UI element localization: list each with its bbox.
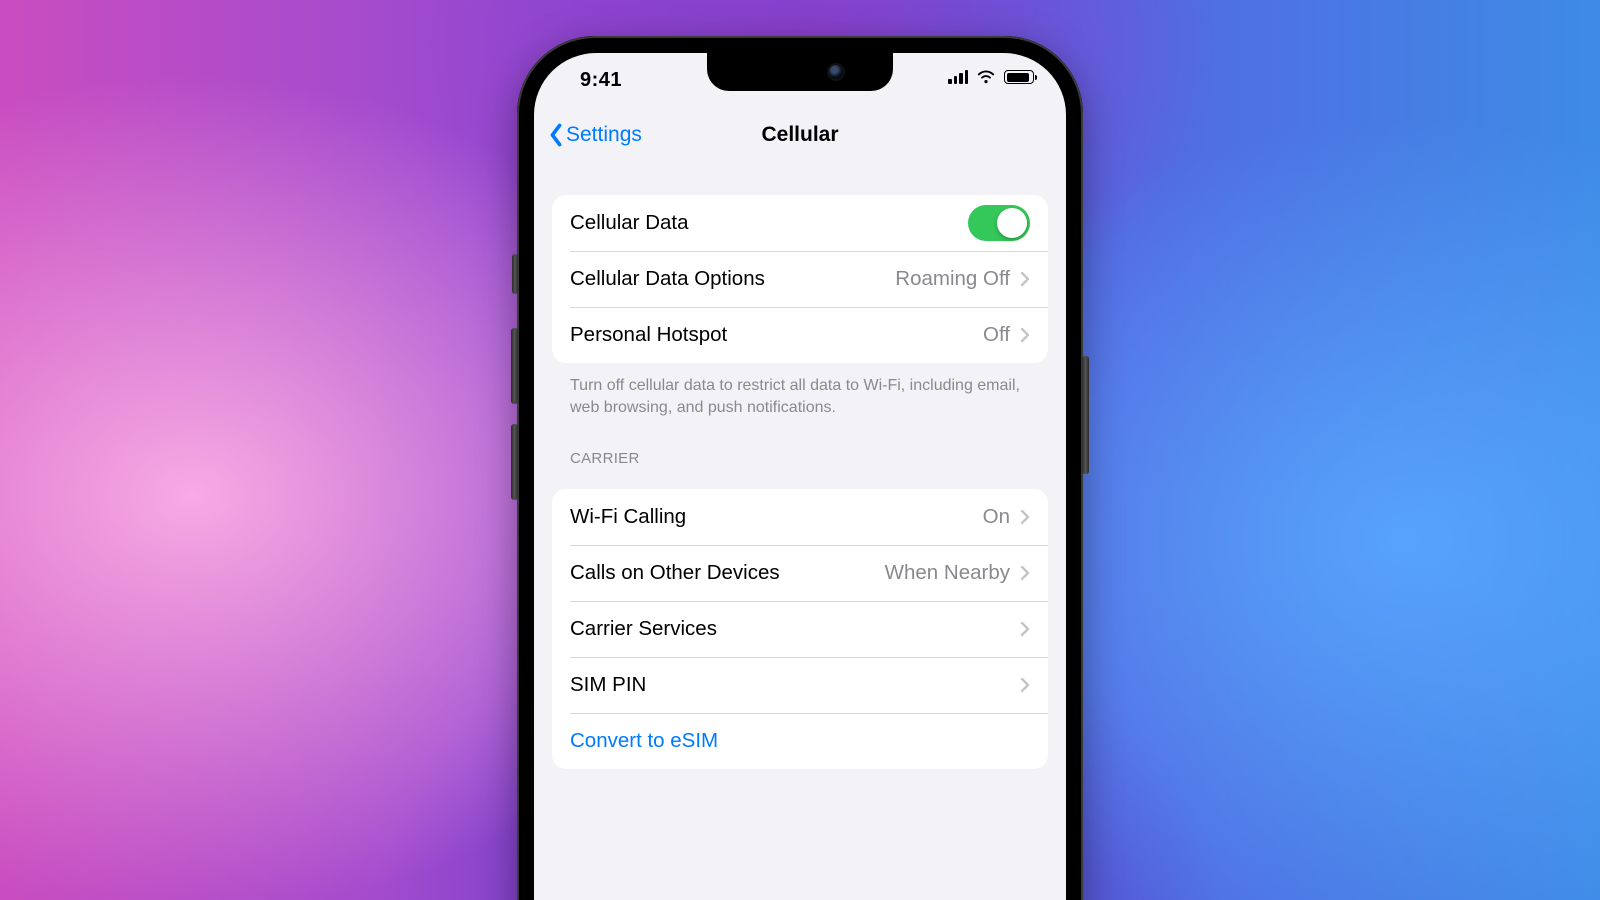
row-carrier-services[interactable]: Carrier Services — [552, 601, 1048, 657]
wallpaper-background: 9:41 Settings Cellular — [0, 0, 1600, 900]
section-header-carrier: CARRIER — [552, 418, 1048, 475]
row-label: Cellular Data Options — [570, 267, 895, 291]
row-personal-hotspot[interactable]: Personal Hotspot Off — [552, 307, 1048, 363]
chevron-right-icon — [1020, 621, 1030, 637]
row-label: SIM PIN — [570, 673, 1010, 697]
chevron-left-icon — [548, 123, 564, 147]
row-sim-pin[interactable]: SIM PIN — [552, 657, 1048, 713]
battery-icon — [1004, 70, 1034, 84]
mute-switch — [512, 254, 518, 294]
chevron-right-icon — [1020, 327, 1030, 343]
group-footer-text: Turn off cellular data to restrict all d… — [552, 363, 1048, 418]
row-label: Personal Hotspot — [570, 323, 983, 347]
iphone-frame: 9:41 Settings Cellular — [517, 36, 1083, 900]
row-cellular-data-options[interactable]: Cellular Data Options Roaming Off — [552, 251, 1048, 307]
row-value: When Nearby — [885, 561, 1010, 585]
group-carrier: Wi-Fi Calling On Calls on Other Devices … — [552, 489, 1048, 769]
chevron-right-icon — [1020, 677, 1030, 693]
status-bar: 9:41 — [534, 53, 1066, 109]
row-cellular-data[interactable]: Cellular Data — [552, 195, 1048, 251]
row-value: Off — [983, 323, 1010, 347]
toggle-knob — [997, 208, 1027, 238]
status-right — [948, 70, 1034, 84]
row-wifi-calling[interactable]: Wi-Fi Calling On — [552, 489, 1048, 545]
row-calls-other-devices[interactable]: Calls on Other Devices When Nearby — [552, 545, 1048, 601]
back-label: Settings — [566, 123, 642, 147]
page-title: Cellular — [761, 123, 838, 147]
screen: 9:41 Settings Cellular — [534, 53, 1066, 900]
chevron-right-icon — [1020, 271, 1030, 287]
row-label: Calls on Other Devices — [570, 561, 885, 585]
content: Cellular Data Cellular Data Options Roam… — [534, 195, 1066, 769]
row-label: Cellular Data — [570, 211, 968, 235]
volume-down-button — [511, 424, 518, 500]
row-label: Carrier Services — [570, 617, 1010, 641]
volume-up-button — [511, 328, 518, 404]
cellular-signal-icon — [948, 70, 968, 84]
row-label: Convert to eSIM — [570, 729, 1030, 753]
row-value: Roaming Off — [895, 267, 1010, 291]
chevron-right-icon — [1020, 565, 1030, 581]
group-cellular: Cellular Data Cellular Data Options Roam… — [552, 195, 1048, 363]
row-label: Wi-Fi Calling — [570, 505, 983, 529]
status-time: 9:41 — [580, 69, 622, 92]
cellular-data-toggle[interactable] — [968, 205, 1030, 241]
row-value: On — [983, 505, 1010, 529]
row-convert-to-esim[interactable]: Convert to eSIM — [552, 713, 1048, 769]
chevron-right-icon — [1020, 509, 1030, 525]
wifi-icon — [976, 70, 996, 84]
back-button[interactable]: Settings — [548, 109, 642, 161]
power-button — [1082, 356, 1089, 474]
nav-bar: Settings Cellular — [534, 109, 1066, 161]
